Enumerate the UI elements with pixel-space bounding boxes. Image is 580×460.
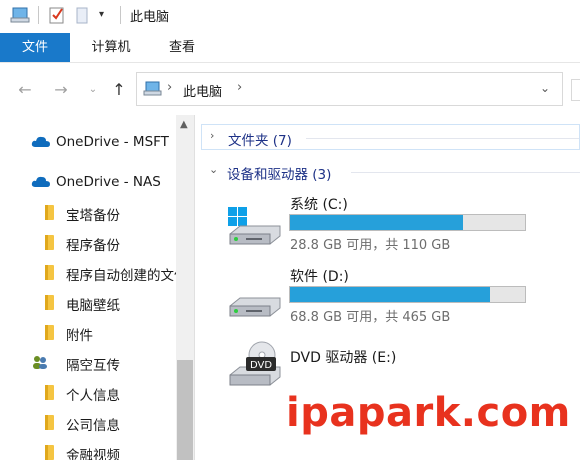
nav-item-onedrive-nas[interactable]: OneDrive - NAS xyxy=(0,171,176,195)
folder-icon xyxy=(45,325,54,340)
drive-item-c[interactable]: 系统 (C:) 28.8 GB 可用，共 110 GB xyxy=(226,194,580,258)
nav-item-label: 宝塔备份 xyxy=(66,208,120,224)
ribbon-tabs: 文件 计算机 查看 xyxy=(0,33,580,63)
nav-item-folder[interactable]: 程序自动创建的文件 xyxy=(0,261,176,285)
folder-icon xyxy=(45,205,54,220)
drive-item-d[interactable]: 软件 (D:) 68.8 GB 可用，共 465 GB xyxy=(226,266,580,330)
people-icon xyxy=(31,354,49,374)
nav-item-folder[interactable]: 金融视频 xyxy=(0,441,176,460)
nav-item-label: 隔空互传 xyxy=(66,358,120,374)
folder-icon xyxy=(45,445,54,460)
watermark-text: ipapark.com xyxy=(286,390,571,436)
address-path: 此电脑 xyxy=(183,85,223,100)
nav-item-label: 公司信息 xyxy=(66,418,120,434)
nav-item-label: 金融视频 xyxy=(66,448,120,460)
title-bar: ▾ 此电脑 xyxy=(0,0,580,33)
nav-item-label: 附件 xyxy=(66,328,93,344)
pane-divider[interactable] xyxy=(194,115,195,460)
drive-usage-bar xyxy=(289,286,526,303)
page-icon[interactable] xyxy=(75,5,89,29)
folder-icon xyxy=(45,295,54,310)
address-bar[interactable]: › 此电脑 › ⌄ xyxy=(136,72,563,106)
folder-icon xyxy=(45,235,54,250)
drive-space-info: 68.8 GB 可用，共 465 GB xyxy=(290,310,451,325)
folder-icon xyxy=(45,385,54,400)
back-arrow-icon[interactable]: ← xyxy=(14,79,36,101)
drive-name: 系统 (C:) xyxy=(290,197,348,213)
nav-item-people[interactable]: 隔空互传 xyxy=(0,351,176,375)
drive-space-info: 28.8 GB 可用，共 110 GB xyxy=(290,238,451,253)
nav-item-label: OneDrive - MSFT xyxy=(56,134,169,150)
navigation-bar: ← → ⌄ ↑ › 此电脑 › ⌄ xyxy=(0,63,580,115)
drive-name: 软件 (D:) xyxy=(290,269,349,285)
drive-name: DVD 驱动器 (E:) xyxy=(290,350,397,366)
chevron-right-icon[interactable]: › xyxy=(210,129,214,142)
recent-dropdown-icon[interactable]: ⌄ xyxy=(82,79,104,101)
drive-usage-fill xyxy=(290,215,464,230)
nav-item-folder[interactable]: 公司信息 xyxy=(0,411,176,435)
nav-item-label: 程序自动创建的文件 xyxy=(66,268,176,284)
onedrive-cloud-icon xyxy=(31,174,51,192)
group-label: 设备和驱动器 (3) xyxy=(227,167,332,183)
tab-file[interactable]: 文件 xyxy=(0,33,70,62)
navigation-pane: OneDrive - MSFT OneDrive - NAS 宝塔备份 程序备份… xyxy=(0,115,176,460)
group-divider-line xyxy=(351,172,580,173)
onedrive-cloud-icon xyxy=(31,134,51,152)
nav-item-label: OneDrive - NAS xyxy=(56,174,161,190)
group-folders[interactable]: › 文件夹 (7) xyxy=(201,124,580,150)
window-title: 此电脑 xyxy=(130,10,170,25)
nav-item-folder[interactable]: 宝塔备份 xyxy=(0,201,176,225)
tab-view[interactable]: 查看 xyxy=(156,33,208,62)
chevron-right-icon[interactable]: › xyxy=(237,80,242,95)
group-divider-line xyxy=(306,138,579,139)
computer-icon xyxy=(143,80,163,102)
checkmark-icon[interactable] xyxy=(48,5,66,29)
group-devices[interactable]: ⌄ 设备和驱动器 (3) xyxy=(201,159,580,185)
nav-item-folder[interactable]: 个人信息 xyxy=(0,381,176,405)
up-arrow-icon[interactable]: ↑ xyxy=(108,79,130,101)
tab-computer[interactable]: 计算机 xyxy=(80,33,142,62)
separator xyxy=(38,6,39,24)
drive-usage-bar xyxy=(289,214,526,231)
nav-item-onedrive-msft[interactable]: OneDrive - MSFT xyxy=(0,131,176,155)
nav-item-label: 电脑壁纸 xyxy=(66,298,120,314)
dropdown-icon[interactable]: ▾ xyxy=(99,9,104,20)
refresh-button[interactable] xyxy=(571,79,580,101)
computer-icon[interactable] xyxy=(10,5,32,29)
nav-item-label: 个人信息 xyxy=(66,388,120,404)
forward-arrow-icon[interactable]: → xyxy=(50,79,72,101)
svg-text:DVD: DVD xyxy=(250,360,272,371)
nav-item-folder[interactable]: 附件 xyxy=(0,321,176,345)
nav-item-folder[interactable]: 电脑壁纸 xyxy=(0,291,176,315)
chevron-down-icon[interactable]: ⌄ xyxy=(209,163,218,176)
chevron-right-icon[interactable]: › xyxy=(167,80,172,95)
chevron-down-icon[interactable]: ⌄ xyxy=(540,81,550,95)
scroll-thumb[interactable] xyxy=(177,360,193,460)
nav-pane-scrollbar[interactable]: ▲ xyxy=(176,115,194,460)
drive-usage-fill xyxy=(290,287,491,302)
separator xyxy=(120,6,121,24)
group-label: 文件夹 (7) xyxy=(228,133,292,149)
dvd-drive-icon: DVD xyxy=(226,341,282,395)
folder-icon xyxy=(45,265,54,280)
folder-icon xyxy=(45,415,54,430)
nav-item-label: 程序备份 xyxy=(66,238,120,254)
scroll-up-icon[interactable]: ▲ xyxy=(180,119,188,130)
hard-drive-icon xyxy=(226,278,282,326)
nav-item-folder[interactable]: 程序备份 xyxy=(0,231,176,255)
windows-drive-icon xyxy=(226,206,282,254)
